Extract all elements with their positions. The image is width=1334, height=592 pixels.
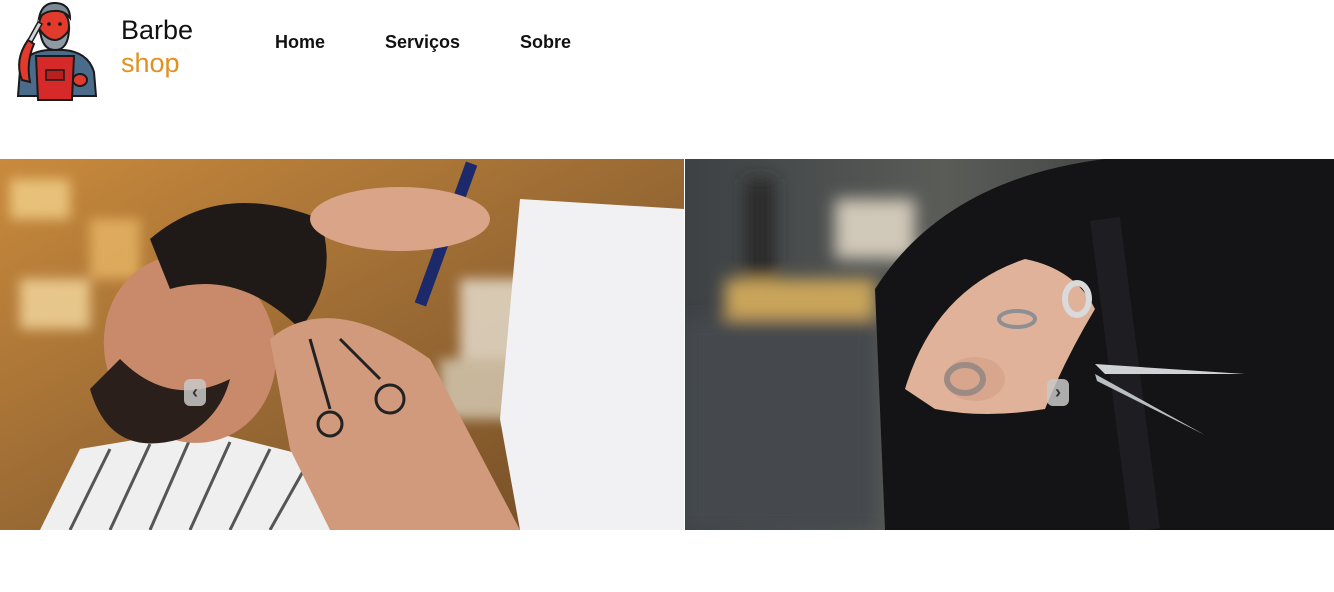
chevron-left-icon: ‹ <box>192 382 198 402</box>
chevron-right-icon: › <box>1055 382 1061 402</box>
carousel-slide-scissors <box>685 159 1334 530</box>
image-carousel <box>0 159 1334 530</box>
carousel-slide-haircut <box>0 159 684 530</box>
nav-about[interactable]: Sobre <box>520 31 571 53</box>
nav-services[interactable]: Serviços <box>385 31 460 53</box>
site-header: Barbe shop Home Serviços Sobre <box>0 0 1334 110</box>
brand-line-2: shop <box>121 48 180 78</box>
carousel-next-button[interactable]: › <box>1047 379 1069 406</box>
brand-name[interactable]: Barbe shop <box>121 14 193 80</box>
carousel-prev-button[interactable]: ‹ <box>184 379 206 406</box>
barber-mascot-logo[interactable] <box>8 0 102 106</box>
brand-line-1: Barbe <box>121 15 194 45</box>
nav-home[interactable]: Home <box>275 31 325 53</box>
